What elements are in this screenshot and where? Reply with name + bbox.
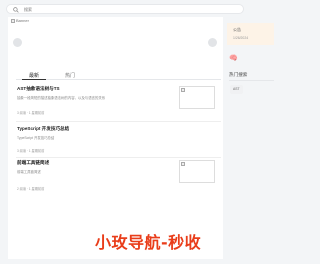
banner-image: Banner <box>11 18 29 23</box>
post-item[interactable]: AST抽象语法树与TS 抽象一段简短的描述抽象语法树的内容，以及与语言的关系 3… <box>16 86 221 122</box>
notice-card[interactable]: 公告 1/26/2024 <box>227 23 274 45</box>
watermark: 小玫导航-秒收 <box>95 233 202 252</box>
post-meta: 2 阅读 · 1 星期前前 <box>17 187 45 191</box>
search-bar[interactable] <box>6 4 244 14</box>
post-thumbnail[interactable] <box>179 86 215 109</box>
notice-date: 1/26/2024 <box>233 36 249 40</box>
post-title[interactable]: TypeScript 开发技巧总结 <box>17 126 69 132</box>
tab-hot[interactable]: 热门 <box>52 70 88 79</box>
search-input[interactable] <box>24 6 224 12</box>
brain-icon: 🧠 <box>229 55 238 62</box>
tab-latest[interactable]: 最新 <box>16 70 52 80</box>
post-meta: 3 阅读 · 1 星期前前 <box>17 149 45 153</box>
carousel-next-button[interactable] <box>208 38 217 47</box>
search-icon[interactable] <box>13 0 19 18</box>
post-item[interactable]: TypeScript 开发技巧总结 TypeScript 开发技巧总结 3 阅读… <box>16 126 221 158</box>
post-summary: 抽象一段简短的描述抽象语法树的内容，以及与语言的关系 <box>17 96 106 100</box>
post-meta: 3 阅读 · 1 星期前前 <box>17 111 45 115</box>
broken-image-icon <box>181 88 185 92</box>
hot-tags-title: 热门搜索 <box>229 72 248 77</box>
broken-image-icon <box>181 162 185 166</box>
page: Banner 最新 热门 AST抽象语法树与TS 抽象一段简短的描述抽象语法树的… <box>0 0 274 264</box>
post-title[interactable]: AST抽象语法树与TS <box>17 86 60 92</box>
post-summary: TypeScript 开发技巧总结 <box>17 136 55 140</box>
notice-title: 公告 <box>233 27 241 32</box>
banner-carousel[interactable]: Banner <box>8 17 223 72</box>
post-title[interactable]: 前端工具链简述 <box>17 160 49 166</box>
post-summary: 前端工具链简述 <box>17 170 41 174</box>
tag-chip[interactable]: AST <box>230 85 243 94</box>
divider <box>229 80 274 81</box>
carousel-prev-button[interactable] <box>13 38 22 47</box>
banner-alt-text: Banner <box>16 18 29 23</box>
post-item[interactable]: 前端工具链简述 前端工具链简述 2 阅读 · 1 星期前前 <box>16 160 221 192</box>
post-tabs: 最新 热门 <box>16 70 221 80</box>
sidebar: 公告 1/26/2024 <box>227 23 274 45</box>
broken-image-icon <box>11 18 15 23</box>
post-thumbnail[interactable] <box>179 160 215 183</box>
